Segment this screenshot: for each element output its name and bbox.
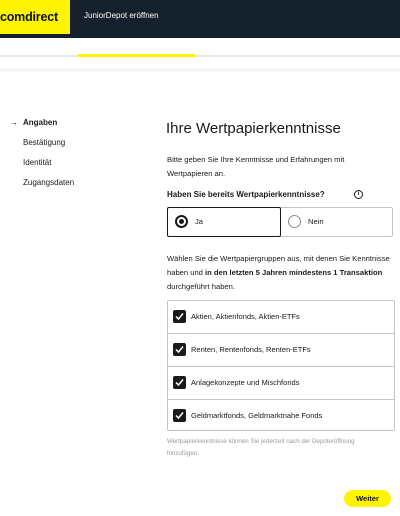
selection-description: Wählen Sie die Wertpapiergruppen aus, mi… [167, 252, 397, 294]
radio-option-ja[interactable]: Ja [167, 207, 281, 237]
checkbox-label: Renten, Rentenfonds, Renten-ETFs [191, 345, 311, 354]
checkbox-checked[interactable] [173, 409, 186, 422]
checkmark-icon [175, 379, 184, 387]
sidebar-item-angaben[interactable]: Angaben [23, 118, 57, 127]
checkbox-checked[interactable] [173, 343, 186, 356]
checkbox-checked[interactable] [173, 376, 186, 389]
description-text-end: durchgeführt haben. [167, 282, 235, 291]
sidebar-item-identitaet[interactable]: Identität [23, 158, 51, 167]
radio-label-nein: Nein [308, 217, 324, 226]
next-button[interactable]: Weiter [344, 490, 391, 507]
checkmark-icon [175, 412, 184, 420]
intro-text: Bitte geben Sie Ihre Kenntnisse und Erfa… [167, 155, 345, 178]
checkbox-label: Anlagekonzepte und Mischfonds [191, 378, 300, 387]
checkbox-row-aktien[interactable]: Aktien, Aktienfonds, Aktien-ETFs [168, 301, 394, 333]
checkbox-label: Aktien, Aktienfonds, Aktien-ETFs [191, 312, 300, 321]
checkmark-icon [175, 313, 184, 321]
securities-checkbox-list: Aktien, Aktienfonds, Aktien-ETFs Renten,… [167, 300, 395, 431]
top-bar: comdirect JuniorDepot eröffnen [0, 0, 400, 38]
checkbox-label: Geldmarktfonds, Geldmarktnahe Fonds [191, 411, 323, 420]
checkbox-checked[interactable] [173, 310, 186, 323]
page-header-title: JuniorDepot eröffnen [84, 11, 159, 20]
radio-option-nein[interactable]: Nein [281, 208, 393, 236]
sidebar-item-bestaetigung[interactable]: Bestätigung [23, 138, 65, 147]
radio-circle-selected [175, 215, 188, 228]
sidebar-item-zugangsdaten[interactable]: Zugangsdaten [23, 178, 74, 187]
logo[interactable]: comdirect [0, 0, 70, 34]
logo-text: comdirect [0, 10, 58, 24]
footnote: Wertpapierkenntnisse können Sie jederzei… [167, 438, 355, 457]
progress-track [0, 55, 400, 57]
radio-circle [288, 215, 301, 228]
checkbox-row-renten[interactable]: Renten, Rentenfonds, Renten-ETFs [168, 333, 394, 366]
checkbox-row-anlagekonzepte[interactable]: Anlagekonzepte und Mischfonds [168, 366, 394, 399]
question-label: Haben Sie bereits Wertpapierkenntnisse? [167, 190, 325, 199]
info-icon[interactable]: i [354, 190, 363, 199]
checkbox-row-geldmarkt[interactable]: Geldmarktfonds, Geldmarktnahe Fonds [168, 399, 394, 431]
checkmark-icon [175, 346, 184, 354]
arrow-right-icon: → [10, 118, 18, 127]
radio-label-ja: Ja [195, 217, 204, 226]
knowledge-radio-group: Ja Nein [167, 207, 393, 237]
description-bold: in den letzten 5 Jahren mindestens 1 Tra… [205, 268, 383, 277]
progress-fill [78, 54, 195, 57]
header-divider [0, 69, 400, 73]
page-title: Ihre Wertpapierkenntnisse [166, 120, 341, 137]
